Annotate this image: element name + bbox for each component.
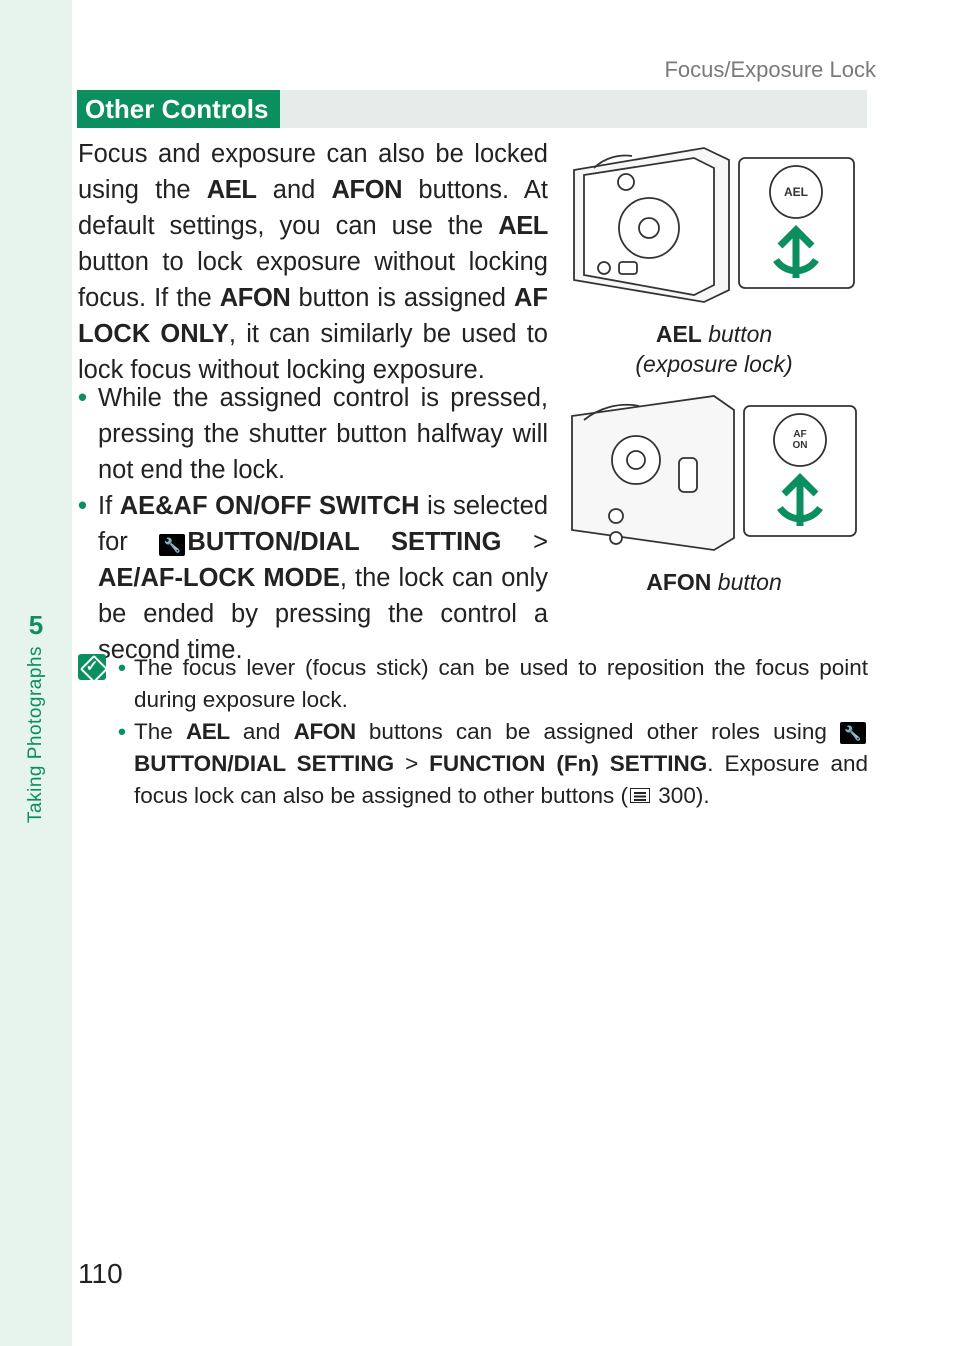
text: If [98, 492, 120, 520]
afon-label: AFON [294, 719, 356, 744]
setup-menu-icon: 🔧 [159, 534, 185, 556]
text: and [257, 176, 332, 204]
svg-text:ON: ON [793, 440, 808, 451]
body-paragraph-1: Focus and exposure can also be locked us… [78, 136, 548, 388]
afon-label: AFON [220, 284, 291, 312]
figure-caption: AFON button [564, 567, 864, 597]
text: The focus lever (focus stick) can be use… [134, 655, 868, 712]
chapter-title-text: Taking Photographs [25, 646, 47, 823]
menu-path: FUNCTION (Fn) SETTING [429, 751, 707, 776]
menu-path: AE/AF-LOCK MODE [98, 564, 340, 592]
hint-icon [78, 654, 106, 680]
ael-label: AEL [186, 719, 230, 744]
text: buttons can be assigned other roles usin… [356, 719, 840, 744]
caption-bold: AEL [656, 321, 702, 347]
page-number: 110 [78, 1258, 123, 1290]
afon-label: AFON [332, 176, 403, 204]
hint-block: The focus lever (focus stick) can be use… [78, 652, 868, 812]
menu-option: AE&AF ON/OFF SWITCH [120, 492, 420, 520]
chapter-title-vertical: Taking Photographs [0, 646, 72, 966]
figure-afon-button: AF ON AFON button [564, 388, 864, 597]
menu-path: BUTTON/DIAL SETTING [134, 751, 394, 776]
list-item: If AE&AF ON/OFF SWITCH is selected for 🔧… [78, 488, 548, 668]
body-bullet-list: While the assigned control is pressed, p… [78, 380, 548, 668]
ael-label: AEL [207, 176, 257, 204]
chapter-sidebar: 5 Taking Photographs [0, 0, 72, 1346]
list-item: The focus lever (focus stick) can be use… [118, 652, 868, 716]
page-reference-icon [630, 788, 650, 803]
camera-diagram-afon: AF ON [564, 388, 864, 556]
page-reference-number: 300). [652, 783, 710, 808]
list-item: While the assigned control is pressed, p… [78, 380, 548, 488]
figure-caption: AEL button(exposure lock) [564, 319, 864, 379]
section-title: Other Controls [77, 90, 280, 128]
figure-ael-button: AEL AEL button(exposure lock) [564, 140, 864, 379]
camera-diagram-ael: AEL [564, 140, 864, 308]
menu-path: BUTTON/DIAL SETTING [187, 528, 501, 556]
text: and [230, 719, 294, 744]
text: > [394, 751, 429, 776]
text: > [501, 528, 548, 556]
running-head: Focus/Exposure Lock [664, 57, 876, 83]
chapter-number: 5 [0, 610, 72, 641]
caption-bold: AFON [646, 569, 711, 595]
setup-menu-icon: 🔧 [840, 722, 866, 744]
caption-italic: button [711, 569, 781, 595]
text: The [134, 719, 186, 744]
list-item: The AEL and AFON buttons can be assigned… [118, 716, 868, 812]
text: button is assigned [290, 284, 514, 312]
hint-list: The focus lever (focus stick) can be use… [118, 652, 868, 812]
text: While the assigned control is pressed, p… [98, 384, 548, 484]
ael-button-label: AEL [784, 185, 808, 199]
svg-text:AF: AF [793, 429, 806, 440]
section-title-bar: Other Controls [77, 90, 867, 128]
manual-page: 5 Taking Photographs Focus/Exposure Lock… [0, 0, 954, 1346]
ael-label: AEL [498, 212, 548, 240]
